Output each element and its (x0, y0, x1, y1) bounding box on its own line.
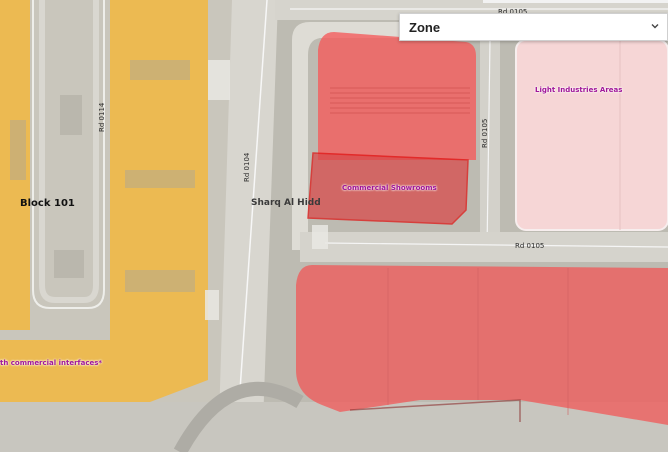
satellite-map[interactable] (0, 0, 668, 452)
block-label: Block 101 (20, 198, 75, 209)
zone-dropdown[interactable]: Zone (399, 13, 668, 41)
commercial-parcel-top (318, 32, 476, 160)
light-industries-zone (515, 39, 668, 231)
chevron-down-icon[interactable] (649, 20, 661, 32)
road-label-0104: Rd 0104 (243, 152, 251, 182)
light-industries-label: Light Industries Areas (535, 86, 623, 94)
zone-dropdown-label: Zone (409, 20, 441, 35)
top-edge-strip (483, 0, 668, 3)
road-label-0114: Rd 0114 (98, 102, 106, 132)
area-label: Sharq Al Hidd (251, 198, 321, 208)
commercial-showrooms-label: Commercial Showrooms (342, 184, 437, 192)
road-label-0105-mid: Rd 0105 (515, 242, 545, 250)
road-label-0105-vertical: Rd 0105 (481, 118, 489, 148)
road-0105 (300, 232, 668, 262)
commercial-interfaces-label: th commercial interfaces* (0, 359, 103, 367)
